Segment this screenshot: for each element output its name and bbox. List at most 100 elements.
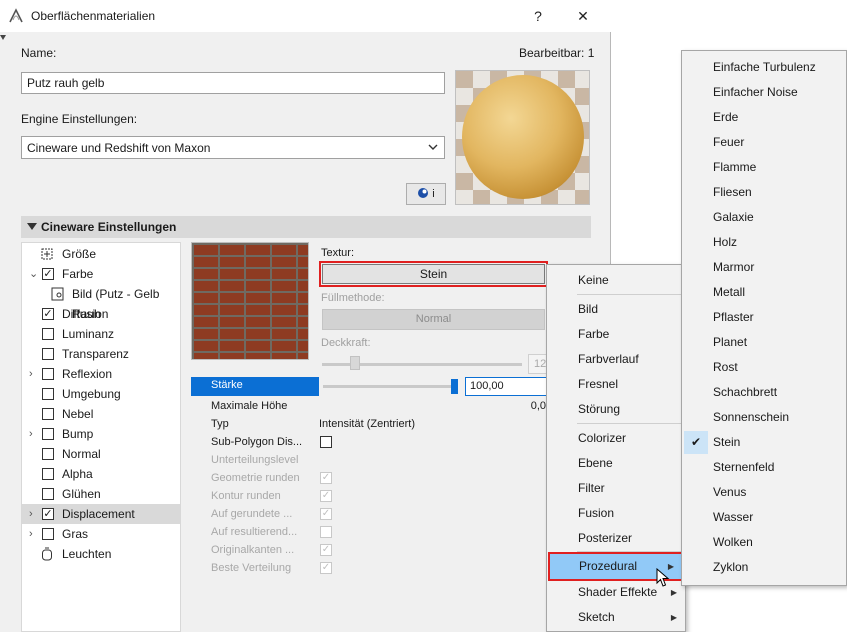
fill-method-button[interactable]: Normal	[322, 309, 545, 330]
menu-item-sonnenschein[interactable]: Sonnenschein	[682, 405, 846, 430]
engine-select[interactable]: Cineware und Redshift von Maxon	[21, 136, 445, 159]
tree-item-normal[interactable]: Normal	[22, 444, 180, 464]
menu-item-sternenfeld[interactable]: Sternenfeld	[682, 455, 846, 480]
menu-item-label: Farbverlauf	[578, 352, 639, 366]
farbe-checkbox[interactable]: ✓	[42, 268, 54, 280]
gras-checkbox[interactable]	[42, 528, 54, 540]
alpha-checkbox[interactable]	[42, 468, 54, 480]
tree-item-groesse[interactable]: Größe	[22, 244, 180, 264]
strength-slider-thumb[interactable]	[451, 379, 458, 394]
menu-item-stein[interactable]: ✔ Stein	[682, 430, 846, 455]
opacity-slider-thumb[interactable]	[350, 356, 360, 370]
type-row[interactable]: Typ Intensität (Zentriert)	[191, 415, 548, 433]
menu-item-holz[interactable]: Holz	[682, 230, 846, 255]
menu-item-sketch[interactable]: Sketch ▶	[547, 605, 685, 630]
menu-item-pflaster[interactable]: Pflaster	[682, 305, 846, 330]
subpoly-checkbox[interactable]	[320, 436, 332, 448]
opacity-value[interactable]: 12	[528, 354, 548, 374]
max-height-row[interactable]: Maximale Höhe 0,0	[191, 397, 548, 415]
reflexion-checkbox[interactable]	[42, 368, 54, 380]
tree-item-displacement[interactable]: › ✓ Displacement	[22, 504, 180, 524]
collapse-icon[interactable]	[27, 223, 37, 230]
menu-item-ebene[interactable]: Ebene	[547, 451, 685, 476]
menu-item-zyklon[interactable]: Zyklon	[682, 555, 846, 580]
menu-item-bild[interactable]: Bild	[547, 297, 685, 322]
menu-item-einfacher-noise[interactable]: Einfacher Noise	[682, 80, 846, 105]
menu-item-planet[interactable]: Planet	[682, 330, 846, 355]
chevron-right-icon[interactable]: ›	[29, 524, 33, 544]
menu-item-fliesen[interactable]: Fliesen	[682, 180, 846, 205]
close-button[interactable]: ✕	[563, 0, 603, 32]
menu-item-filter[interactable]: Filter	[547, 476, 685, 501]
tree-item-transparenz[interactable]: Transparenz	[22, 344, 180, 364]
name-input[interactable]: Putz rauh gelb	[21, 72, 445, 94]
cineware-info-button[interactable]: i	[406, 183, 446, 205]
luminanz-checkbox[interactable]	[42, 328, 54, 340]
chevron-right-icon[interactable]: ›	[29, 364, 33, 384]
chevron-right-icon[interactable]: ›	[29, 504, 33, 524]
menu-item-schachbrett[interactable]: Schachbrett	[682, 380, 846, 405]
displacement-checkbox[interactable]: ✓	[42, 508, 54, 520]
tree-item-leuchten[interactable]: Leuchten	[22, 544, 180, 564]
chevron-right-icon[interactable]: ›	[29, 424, 33, 444]
texture-label: Textur:	[321, 247, 355, 259]
help-button[interactable]: ?	[518, 0, 558, 32]
diffusion-checkbox[interactable]: ✓	[42, 308, 54, 320]
tree-item-luminanz[interactable]: Luminanz	[22, 324, 180, 344]
umgebung-checkbox[interactable]	[42, 388, 54, 400]
menu-item-wasser[interactable]: Wasser	[682, 505, 846, 530]
transparenz-checkbox[interactable]	[42, 348, 54, 360]
menu-item-farbe[interactable]: Farbe	[547, 322, 685, 347]
normal-checkbox[interactable]	[42, 448, 54, 460]
menu-item-feuer[interactable]: Feuer	[682, 130, 846, 155]
tree-item-umgebung[interactable]: Umgebung	[22, 384, 180, 404]
strength-slider-track[interactable]	[323, 385, 453, 388]
menu-separator	[577, 423, 683, 424]
menu-item-einfache-turbulenz[interactable]: Einfache Turbulenz	[682, 55, 846, 80]
menu-item-posterizer[interactable]: Posterizer	[547, 526, 685, 551]
app-logo-icon	[9, 8, 23, 23]
menu-item-metall[interactable]: Metall	[682, 280, 846, 305]
tree-item-reflexion[interactable]: › Reflexion	[22, 364, 180, 384]
tree-item-bump[interactable]: › Bump	[22, 424, 180, 444]
strength-input[interactable]: 100,00	[465, 377, 548, 396]
tree-item-label: Nebel	[62, 407, 94, 421]
type-value[interactable]: Intensität (Zentriert)	[319, 415, 415, 433]
menu-item-rost[interactable]: Rost	[682, 355, 846, 380]
info-label: i	[432, 188, 435, 200]
menu-item-wolken[interactable]: Wolken	[682, 530, 846, 555]
menu-item-venus[interactable]: Venus	[682, 480, 846, 505]
menu-item-label: Feuer	[713, 135, 745, 149]
menu-item-keine[interactable]: Keine	[547, 268, 685, 293]
menu-item-label: Holz	[713, 235, 738, 249]
nebel-checkbox[interactable]	[42, 408, 54, 420]
subpoly-row[interactable]: Sub-Polygon Dis...	[191, 433, 548, 451]
bump-checkbox[interactable]	[42, 428, 54, 440]
menu-item-stoerung[interactable]: Störung	[547, 397, 685, 422]
strength-row[interactable]: Stärke 100,00	[191, 377, 548, 396]
menu-item-fresnel[interactable]: Fresnel	[547, 372, 685, 397]
menu-item-erde[interactable]: Erde	[682, 105, 846, 130]
tree-item-alpha[interactable]: Alpha	[22, 464, 180, 484]
on-result-row: Auf resultierend...	[191, 523, 548, 541]
menu-item-label: Fliesen	[713, 185, 752, 199]
subdivision-label: Unterteilungslevel	[211, 454, 299, 466]
texture-button[interactable]: Stein	[322, 264, 545, 284]
menu-item-colorizer[interactable]: Colorizer	[547, 426, 685, 451]
menu-item-flamme[interactable]: Flamme	[682, 155, 846, 180]
gluehen-checkbox[interactable]	[42, 488, 54, 500]
tree-item-farbe[interactable]: ⌄ ✓ Farbe	[22, 264, 180, 284]
tree-item-nebel[interactable]: Nebel	[22, 404, 180, 424]
menu-item-galaxie[interactable]: Galaxie	[682, 205, 846, 230]
menu-item-marmor[interactable]: Marmor	[682, 255, 846, 280]
tree-item-diffusion[interactable]: ✓ Diffusion	[22, 304, 180, 324]
menu-item-farbverlauf[interactable]: Farbverlauf	[547, 347, 685, 372]
tree-item-label: Größe	[62, 247, 97, 261]
cineware-section-header[interactable]: Cineware Einstellungen	[21, 216, 591, 238]
tree-item-gras[interactable]: › Gras	[22, 524, 180, 544]
tree-item-gluehen[interactable]: Glühen	[22, 484, 180, 504]
menu-item-fusion[interactable]: Fusion	[547, 501, 685, 526]
tree-item-bild[interactable]: Bild (Putz - Gelb Rauh	[22, 284, 180, 321]
chevron-down-icon[interactable]: ⌄	[29, 264, 38, 284]
menu-item-label: Zyklon	[713, 560, 749, 574]
